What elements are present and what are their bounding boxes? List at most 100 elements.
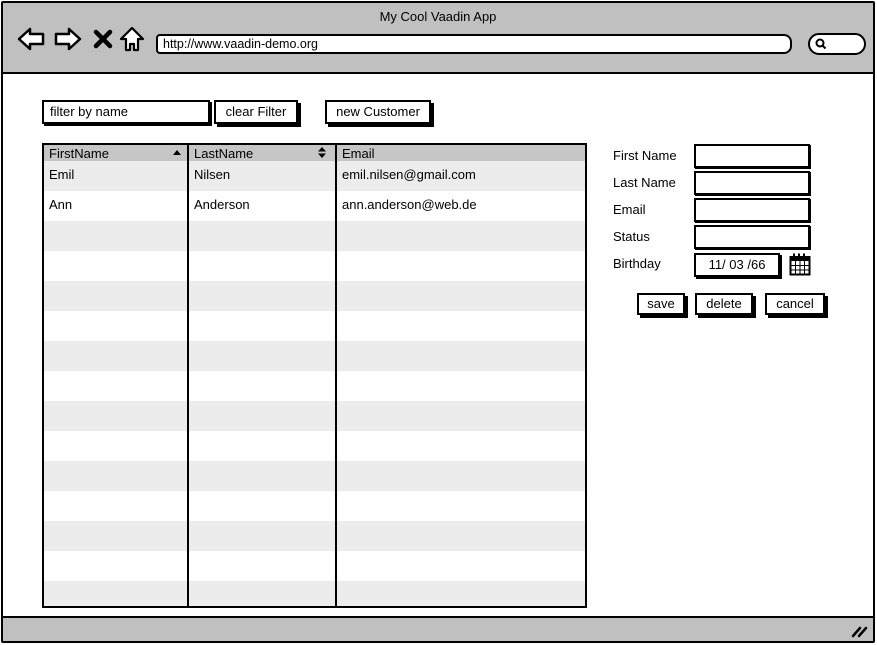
forward-arrow-icon[interactable]	[54, 25, 82, 53]
cell-first-name	[44, 310, 187, 340]
column-header-label: LastName	[194, 146, 254, 161]
table-row[interactable]: Emil Nilsen emil.nilsen@gmail.com	[44, 161, 585, 191]
table-row[interactable]	[44, 551, 585, 581]
cell-email	[337, 460, 585, 490]
cell-email: emil.nilsen@gmail.com	[342, 167, 476, 182]
cell-first-name	[44, 550, 187, 580]
filter-by-name-input[interactable]: filter by name	[42, 100, 210, 124]
cell-last-name	[189, 400, 335, 430]
table-row[interactable]	[44, 580, 585, 606]
cell-email	[337, 520, 585, 550]
sort-ascending-icon	[173, 150, 181, 155]
cell-email: ann.anderson@web.de	[342, 197, 477, 212]
last-name-label: Last Name	[613, 175, 676, 190]
clear-filter-button[interactable]: clear Filter	[214, 100, 298, 124]
birthday-date-field[interactable]: 11/ 03 /66	[694, 253, 780, 277]
table-row[interactable]	[44, 371, 585, 401]
home-icon[interactable]	[119, 25, 145, 53]
table-row[interactable]	[44, 281, 585, 311]
cell-email	[337, 340, 585, 370]
customer-grid: FirstName LastName Email Emil Nilsen emil.…	[42, 143, 587, 608]
birthday-label: Birthday	[613, 256, 661, 271]
back-arrow-icon[interactable]	[17, 25, 45, 53]
column-header-label: Email	[342, 146, 375, 161]
grid-header: FirstName LastName Email	[44, 145, 585, 161]
search-icon	[815, 38, 827, 50]
table-row[interactable]	[44, 521, 585, 551]
new-customer-button[interactable]: new Customer	[325, 100, 431, 124]
email-label: Email	[613, 202, 646, 217]
first-name-field[interactable]	[694, 144, 810, 168]
cell-last-name	[189, 340, 335, 370]
status-bar	[3, 616, 873, 641]
browser-search-box[interactable]	[808, 33, 866, 55]
cell-last-name	[189, 550, 335, 580]
cell-email	[337, 280, 585, 310]
table-row[interactable]	[44, 431, 585, 461]
cell-first-name	[44, 280, 187, 310]
last-name-field[interactable]	[694, 171, 810, 195]
table-row[interactable]	[44, 461, 585, 491]
grid-body: Emil Nilsen emil.nilsen@gmail.com Ann Anders…	[44, 161, 585, 606]
cell-email	[337, 370, 585, 400]
cell-last-name	[189, 460, 335, 490]
cell-last-name: Nilsen	[194, 167, 231, 182]
cell-first-name	[44, 580, 187, 606]
cell-email	[337, 220, 585, 250]
table-row[interactable]	[44, 341, 585, 371]
status-field[interactable]	[694, 225, 810, 249]
url-bar[interactable]: http://www.vaadin-demo.org	[156, 34, 792, 54]
resize-grip-icon[interactable]	[851, 624, 869, 638]
column-divider[interactable]	[335, 145, 337, 606]
cell-last-name	[189, 280, 335, 310]
browser-chrome: My Cool Vaadin App http://www.vaadin-dem…	[3, 3, 873, 74]
cell-first-name: Ann	[49, 197, 73, 212]
table-row[interactable]	[44, 311, 585, 341]
cell-email	[337, 550, 585, 580]
cell-first-name	[44, 430, 187, 460]
window-title: My Cool Vaadin App	[379, 9, 497, 24]
cell-first-name	[44, 220, 187, 250]
calendar-icon[interactable]	[789, 252, 811, 276]
cell-email	[337, 490, 585, 520]
column-header-email[interactable]: Email	[337, 145, 585, 161]
cell-email	[337, 430, 585, 460]
cell-last-name	[189, 220, 335, 250]
cell-first-name	[44, 400, 187, 430]
save-button[interactable]: save	[637, 293, 685, 315]
cell-email	[337, 400, 585, 430]
column-divider[interactable]	[187, 145, 189, 606]
status-label: Status	[613, 229, 650, 244]
sort-both-icon	[318, 147, 326, 158]
cell-first-name	[44, 250, 187, 280]
cell-last-name: Anderson	[194, 197, 250, 212]
cell-first-name	[44, 460, 187, 490]
cell-email	[337, 310, 585, 340]
cell-last-name	[189, 250, 335, 280]
cell-first-name	[44, 340, 187, 370]
cell-email	[337, 580, 585, 606]
cell-first-name	[44, 490, 187, 520]
column-header-label: FirstName	[49, 146, 109, 161]
table-row[interactable]	[44, 491, 585, 521]
cell-last-name	[189, 370, 335, 400]
cell-last-name	[189, 310, 335, 340]
app-content: filter by name clear Filter new Customer…	[3, 76, 873, 618]
delete-button[interactable]: delete	[695, 293, 753, 315]
cell-last-name	[189, 520, 335, 550]
email-field[interactable]	[694, 198, 810, 222]
table-row[interactable]	[44, 401, 585, 431]
table-row[interactable]	[44, 221, 585, 251]
browser-window: My Cool Vaadin App http://www.vaadin-dem…	[1, 1, 875, 643]
cancel-button[interactable]: cancel	[765, 293, 825, 315]
cell-first-name: Emil	[49, 167, 75, 182]
cell-email	[337, 250, 585, 280]
stop-icon[interactable]	[92, 25, 114, 53]
cell-first-name	[44, 370, 187, 400]
column-header-firstname[interactable]: FirstName	[44, 145, 187, 161]
column-header-lastname[interactable]: LastName	[189, 145, 335, 161]
table-row[interactable]: Ann Anderson ann.anderson@web.de	[44, 191, 585, 221]
table-row[interactable]	[44, 251, 585, 281]
cell-last-name	[189, 580, 335, 606]
cell-last-name	[189, 490, 335, 520]
